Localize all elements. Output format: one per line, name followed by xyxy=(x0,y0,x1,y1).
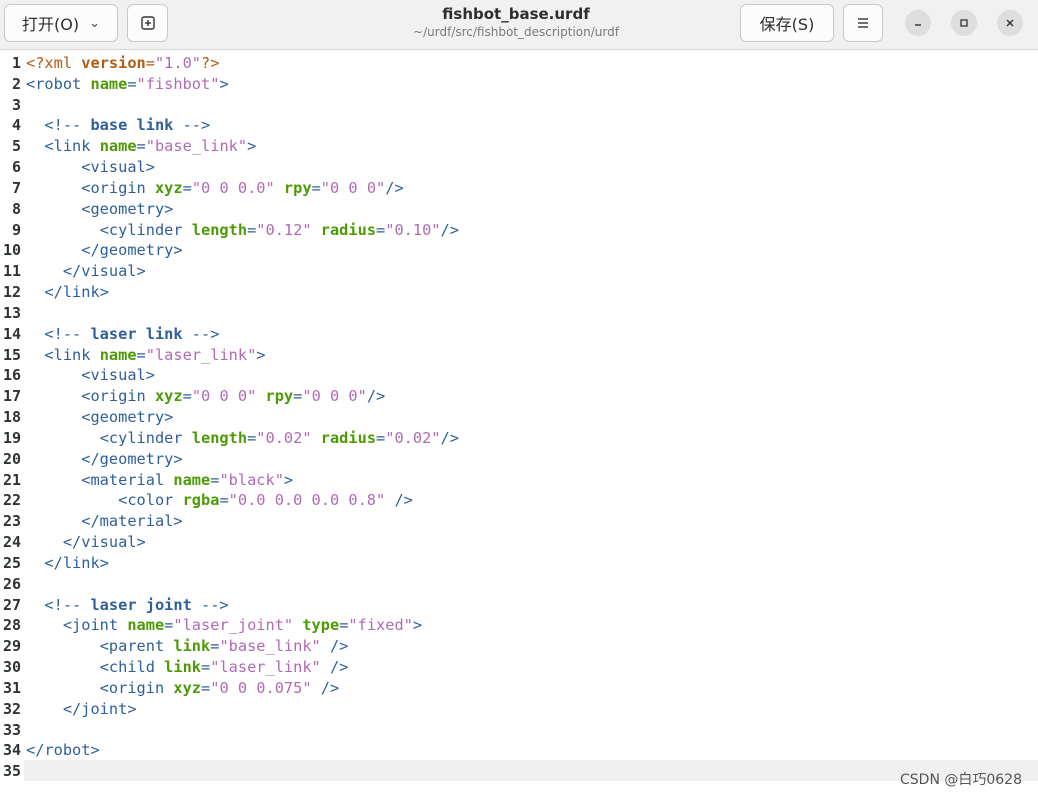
line-number: 25 xyxy=(2,553,21,572)
code-line[interactable]: <geometry> xyxy=(26,407,1038,428)
code-line[interactable]: <origin xyz="0 0 0" rpy="0 0 0"/> xyxy=(26,386,1038,407)
code-line[interactable]: <visual> xyxy=(26,365,1038,386)
line-number: 27 xyxy=(2,595,21,614)
code-line[interactable]: <origin xyz="0 0 0.075" /> xyxy=(26,678,1038,699)
open-button[interactable]: 打开(O) ⌄ xyxy=(4,4,118,42)
code-line[interactable]: <cylinder length="0.02" radius="0.02"/> xyxy=(26,428,1038,449)
line-number: 8 xyxy=(11,199,21,218)
code-line[interactable]: <robot name="fishbot"> xyxy=(26,74,1038,95)
line-number: 2 xyxy=(11,74,21,93)
new-tab-icon xyxy=(140,16,155,30)
code-line[interactable]: <child link="laser_link" /> xyxy=(26,657,1038,678)
line-number: 33 xyxy=(2,720,21,739)
line-number: 31 xyxy=(2,678,21,697)
code-line[interactable]: <link name="laser_link"> xyxy=(26,345,1038,366)
code-editor[interactable]: 1 2 3 4 5 6 7 8 9 10 11 12 13 14 15 16 17 18 19 20 21 22 23 24 2… xyxy=(0,51,1038,797)
close-icon xyxy=(1006,19,1014,27)
code-line[interactable] xyxy=(26,720,1038,741)
code-line[interactable]: <material name="black"> xyxy=(26,470,1038,491)
code-text-area[interactable]: <?xml version="1.0"?> <robot name="fishbo… xyxy=(26,53,1038,782)
line-number: 9 xyxy=(11,220,21,239)
code-line[interactable]: </joint> xyxy=(26,699,1038,720)
code-line[interactable] xyxy=(26,303,1038,324)
code-line[interactable]: </visual> xyxy=(26,532,1038,553)
code-line[interactable]: <!-- laser joint --> xyxy=(26,595,1038,616)
code-line[interactable]: <color rgba="0.0 0.0 0.0 0.8" /> xyxy=(26,490,1038,511)
line-number: 13 xyxy=(2,303,21,322)
code-line[interactable]: <!-- base link --> xyxy=(26,115,1038,136)
line-number: 7 xyxy=(11,178,21,197)
code-line[interactable]: <origin xyz="0 0 0.0" rpy="0 0 0"/> xyxy=(26,178,1038,199)
line-number: 22 xyxy=(2,491,21,510)
header-bar: 打开(O) ⌄ fishbot_base.urdf ~/urdf/src/fis… xyxy=(0,0,1038,50)
maximize-button[interactable] xyxy=(951,10,977,36)
code-line[interactable]: </robot> xyxy=(26,740,1038,761)
watermark-text: CSDN @白巧0628 xyxy=(900,772,1022,788)
line-number: 19 xyxy=(2,428,21,447)
line-number: 6 xyxy=(11,158,21,177)
code-line[interactable]: </material> xyxy=(26,511,1038,532)
line-number: 15 xyxy=(2,345,21,364)
code-line[interactable]: <joint name="laser_joint" type="fixed"> xyxy=(26,615,1038,636)
code-line[interactable]: <link name="base_link"> xyxy=(26,136,1038,157)
new-tab-button[interactable] xyxy=(127,4,168,42)
line-number: 29 xyxy=(2,637,21,656)
line-number-gutter: 1 2 3 4 5 6 7 8 9 10 11 12 13 14 15 16 17 18 19 20 21 22 23 24 2… xyxy=(0,53,24,782)
line-number: 26 xyxy=(2,574,21,593)
main-menu-button[interactable] xyxy=(843,4,883,42)
save-button[interactable]: 保存(S) xyxy=(740,4,834,42)
line-number: 23 xyxy=(2,512,21,531)
hamburger-menu-icon xyxy=(858,18,868,28)
code-line[interactable]: <visual> xyxy=(26,157,1038,178)
minimize-icon xyxy=(915,24,921,26)
line-number: 21 xyxy=(2,470,21,489)
save-button-label: 保存(S) xyxy=(759,15,815,34)
line-number: 4 xyxy=(11,116,21,135)
code-line[interactable]: </link> xyxy=(26,553,1038,574)
line-number: 28 xyxy=(2,616,21,635)
maximize-icon xyxy=(960,19,968,27)
line-number: 12 xyxy=(2,283,21,302)
code-line[interactable]: <?xml version="1.0"?> xyxy=(26,53,1038,74)
line-number: 20 xyxy=(2,449,21,468)
line-number: 1 xyxy=(11,54,21,72)
line-number: 24 xyxy=(2,533,21,552)
line-number: 14 xyxy=(2,324,21,343)
code-line[interactable]: </link> xyxy=(26,282,1038,303)
code-line[interactable]: <geometry> xyxy=(26,199,1038,220)
line-number: 17 xyxy=(2,387,21,406)
line-number: 34 xyxy=(2,741,21,760)
code-line[interactable]: </visual> xyxy=(26,261,1038,282)
chevron-down-icon: ⌄ xyxy=(89,15,100,31)
line-number: 35 xyxy=(2,762,21,781)
line-number: 10 xyxy=(2,241,21,260)
code-line[interactable]: </geometry> xyxy=(26,449,1038,470)
code-line[interactable]: <!-- laser link --> xyxy=(26,324,1038,345)
code-line[interactable] xyxy=(26,574,1038,595)
line-number: 18 xyxy=(2,408,21,427)
line-number: 5 xyxy=(11,137,21,156)
code-line[interactable] xyxy=(26,761,1038,782)
minimize-button[interactable] xyxy=(905,10,931,36)
close-button[interactable] xyxy=(997,10,1023,36)
line-number: 16 xyxy=(2,366,21,385)
file-title: fishbot_base.urdf xyxy=(442,5,590,23)
line-number: 11 xyxy=(2,262,21,281)
code-line[interactable] xyxy=(26,95,1038,116)
code-line[interactable]: </geometry> xyxy=(26,240,1038,261)
open-button-label: 打开(O) xyxy=(22,15,80,34)
code-line[interactable]: <cylinder length="0.12" radius="0.10"/> xyxy=(26,220,1038,241)
file-path: ~/urdf/src/fishbot_description/urdf xyxy=(413,25,619,39)
code-line[interactable]: <parent link="base_link" /> xyxy=(26,636,1038,657)
line-number: 3 xyxy=(11,95,21,114)
line-number: 30 xyxy=(2,658,21,677)
line-number: 32 xyxy=(2,699,21,718)
window-title-area: fishbot_base.urdf ~/urdf/src/fishbot_des… xyxy=(330,4,702,40)
